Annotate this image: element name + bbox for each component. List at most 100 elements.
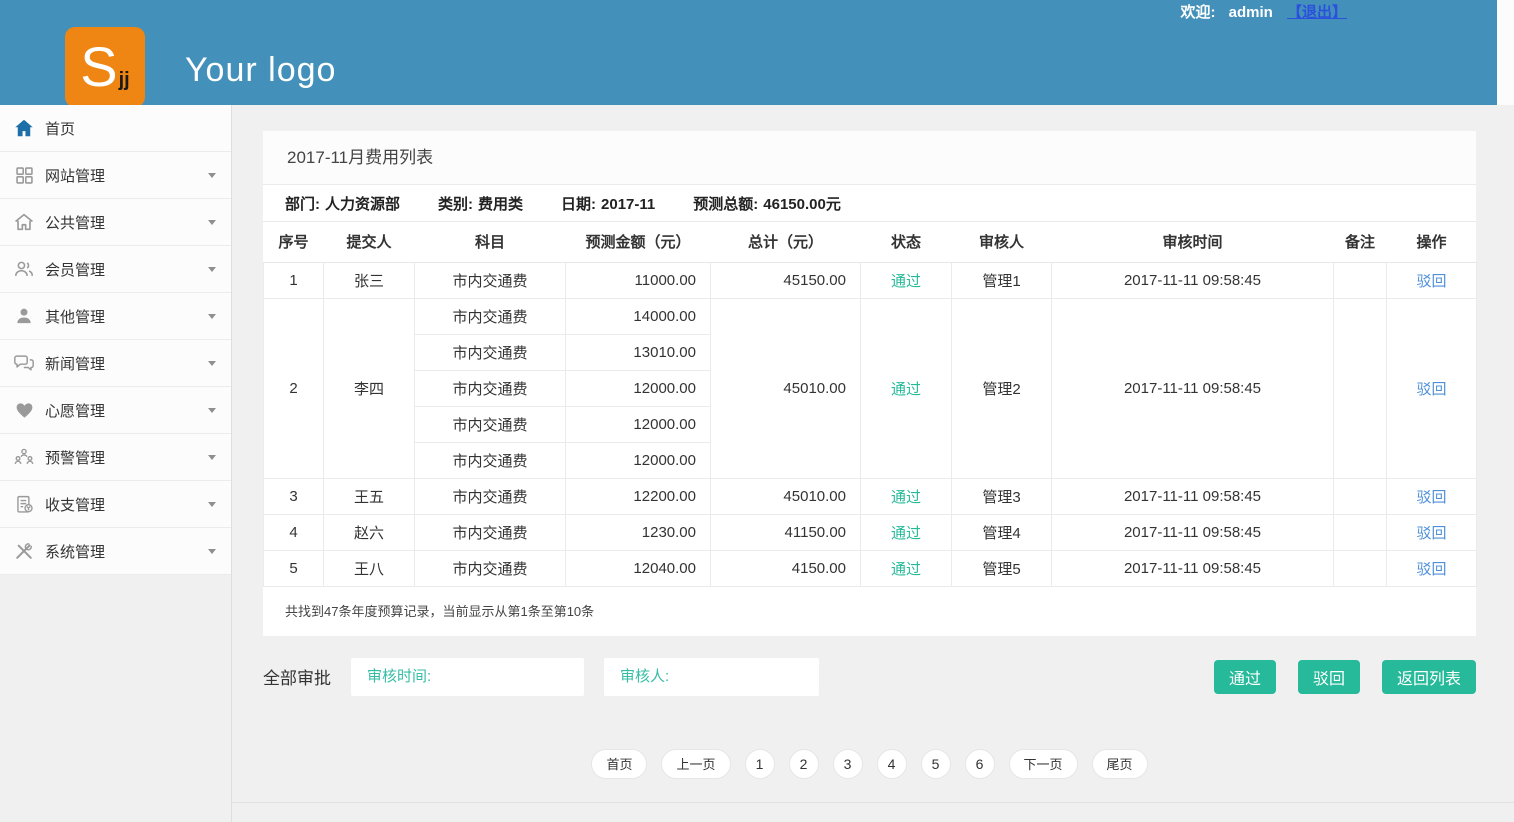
meta-bar: 部门:人力资源部类别:费用类日期:2017-11预测总额:46150.00元 — [263, 185, 1476, 222]
expense-card: 2017-11月费用列表 部门:人力资源部类别:费用类日期:2017-11预测总… — [263, 131, 1476, 636]
sidebar-item-label: 其他管理 — [45, 306, 105, 327]
pagination-page-6[interactable]: 6 — [965, 749, 995, 779]
cell-auditor: 管理5 — [952, 550, 1052, 586]
reject-all-button[interactable]: 驳回 — [1298, 660, 1360, 694]
sidebar-item-other-management[interactable]: 其他管理 — [0, 293, 231, 340]
column-header: 提交人 — [324, 222, 415, 262]
cell-action-link[interactable]: 驳回 — [1416, 273, 1446, 290]
sidebar-item-label: 系统管理 — [45, 541, 105, 562]
pagination-prev[interactable]: 上一页 — [661, 749, 730, 779]
meta-category: 类别:费用类 — [438, 193, 523, 214]
logout-link[interactable]: 【退出】 — [1287, 4, 1347, 21]
sidebar-item-public-management[interactable]: 公共管理 — [0, 199, 231, 246]
cell-action-link[interactable]: 驳回 — [1416, 561, 1446, 578]
cell-total: 45150.00 — [711, 262, 861, 298]
approve-all-button[interactable]: 通过 — [1214, 660, 1276, 694]
cell-remark — [1334, 298, 1387, 478]
pagination-page-1[interactable]: 1 — [745, 749, 775, 779]
cell-subject: 市内交通费 — [415, 514, 566, 550]
audit-time-input[interactable] — [351, 658, 584, 696]
cell-amount: 12040.00 — [566, 550, 711, 586]
logo-letter: S — [80, 39, 117, 95]
sidebar-item-finance-management[interactable]: 收支管理 — [0, 481, 231, 528]
sidebar-item-wish-management[interactable]: 心愿管理 — [0, 387, 231, 434]
sidebar-item-label: 收支管理 — [45, 494, 105, 515]
cell-action: 驳回 — [1387, 298, 1477, 478]
meta-forecast-total: 预测总额:46150.00元 — [693, 193, 841, 214]
cell-status-link[interactable]: 通过 — [891, 525, 921, 542]
sidebar-item-warning-management[interactable]: 预警管理 — [0, 434, 231, 481]
cell-status-link[interactable]: 通过 — [891, 381, 921, 398]
cell-subject: 市内交通费 — [415, 370, 566, 406]
sidebar-item-news-management[interactable]: 新闻管理 — [0, 340, 231, 387]
cell-amount: 12000.00 — [566, 406, 711, 442]
sidebar-item-site-management[interactable]: 网站管理 — [0, 152, 231, 199]
cell-submitter: 赵六 — [324, 514, 415, 550]
column-header: 审核人 — [952, 222, 1052, 262]
column-header: 操作 — [1387, 222, 1477, 262]
sidebar-menu: 首页网站管理公共管理会员管理其他管理新闻管理心愿管理预警管理收支管理系统管理 — [0, 105, 231, 575]
expense-table: 序号提交人科目预测金额（元）总计（元）状态审核人审核时间备注操作 1张三市内交通… — [263, 222, 1477, 587]
cell-subject: 市内交通费 — [415, 262, 566, 298]
column-header: 总计（元） — [711, 222, 861, 262]
cell-auditor: 管理2 — [952, 298, 1052, 478]
cell-status: 通过 — [861, 514, 952, 550]
cell-subject: 市内交通费 — [415, 550, 566, 586]
cell-action-link[interactable]: 驳回 — [1416, 525, 1446, 542]
cell-status-link[interactable]: 通过 — [891, 561, 921, 578]
cell-subject: 市内交通费 — [415, 334, 566, 370]
cell-amount: 12200.00 — [566, 478, 711, 514]
cell-submitter: 王五 — [324, 478, 415, 514]
pagination-page-3[interactable]: 3 — [833, 749, 863, 779]
back-to-list-button[interactable]: 返回列表 — [1382, 660, 1476, 694]
chat-icon — [12, 352, 36, 374]
top-header: S jj Your logo 欢迎: admin 【退出】 — [0, 0, 1497, 105]
pagination-next[interactable]: 下一页 — [1009, 749, 1078, 779]
cell-subject: 市内交通费 — [415, 298, 566, 334]
table-row: 4赵六市内交通费1230.0041150.00通过管理42017-11-11 0… — [264, 514, 1477, 550]
cell-no: 3 — [264, 478, 324, 514]
cell-remark — [1334, 478, 1387, 514]
cell-amount: 11000.00 — [566, 262, 711, 298]
cell-audit-time: 2017-11-11 09:58:45 — [1052, 478, 1334, 514]
table-body: 1张三市内交通费11000.0045150.00通过管理12017-11-11 … — [264, 262, 1477, 586]
cell-status-link[interactable]: 通过 — [891, 273, 921, 290]
cell-status: 通过 — [861, 478, 952, 514]
cell-total: 4150.00 — [711, 550, 861, 586]
chevron-down-icon — [208, 361, 216, 366]
cell-action: 驳回 — [1387, 478, 1477, 514]
home-outline-icon — [12, 211, 36, 233]
sidebar-item-label: 公共管理 — [45, 212, 105, 233]
pagination-page-4[interactable]: 4 — [877, 749, 907, 779]
cell-remark — [1334, 262, 1387, 298]
user-icon — [12, 306, 36, 326]
pagination-page-2[interactable]: 2 — [789, 749, 819, 779]
scrollbar-track[interactable] — [1497, 0, 1514, 105]
cell-action-link[interactable]: 驳回 — [1416, 489, 1446, 506]
cell-action-link[interactable]: 驳回 — [1416, 381, 1446, 398]
sidebar-item-member-management[interactable]: 会员管理 — [0, 246, 231, 293]
sidebar: 首页网站管理公共管理会员管理其他管理新闻管理心愿管理预警管理收支管理系统管理 — [0, 105, 232, 822]
column-header: 审核时间 — [1052, 222, 1334, 262]
welcome-bar: 欢迎: admin 【退出】 — [1180, 1, 1347, 22]
chevron-down-icon — [208, 220, 216, 225]
cell-action: 驳回 — [1387, 550, 1477, 586]
pagination-page-5[interactable]: 5 — [921, 749, 951, 779]
cell-subject: 市内交通费 — [415, 406, 566, 442]
cell-audit-time: 2017-11-11 09:58:45 — [1052, 262, 1334, 298]
sidebar-item-system-management[interactable]: 系统管理 — [0, 528, 231, 575]
chevron-down-icon — [208, 267, 216, 272]
cell-status: 通过 — [861, 550, 952, 586]
cell-audit-time: 2017-11-11 09:58:45 — [1052, 514, 1334, 550]
batch-buttons: 通过驳回返回列表 — [1214, 660, 1476, 694]
sidebar-item-home[interactable]: 首页 — [0, 105, 231, 152]
pagination-last[interactable]: 尾页 — [1092, 749, 1148, 779]
cell-subject: 市内交通费 — [415, 442, 566, 478]
table-header-row: 序号提交人科目预测金额（元）总计（元）状态审核人审核时间备注操作 — [264, 222, 1477, 262]
cell-status-link[interactable]: 通过 — [891, 489, 921, 506]
pagination-first[interactable]: 首页 — [591, 749, 647, 779]
cell-no: 4 — [264, 514, 324, 550]
main-content: 2017-11月费用列表 部门:人力资源部类别:费用类日期:2017-11预测总… — [232, 105, 1514, 822]
page-title: 2017-11月费用列表 — [263, 131, 1476, 185]
auditor-input[interactable] — [604, 658, 819, 696]
